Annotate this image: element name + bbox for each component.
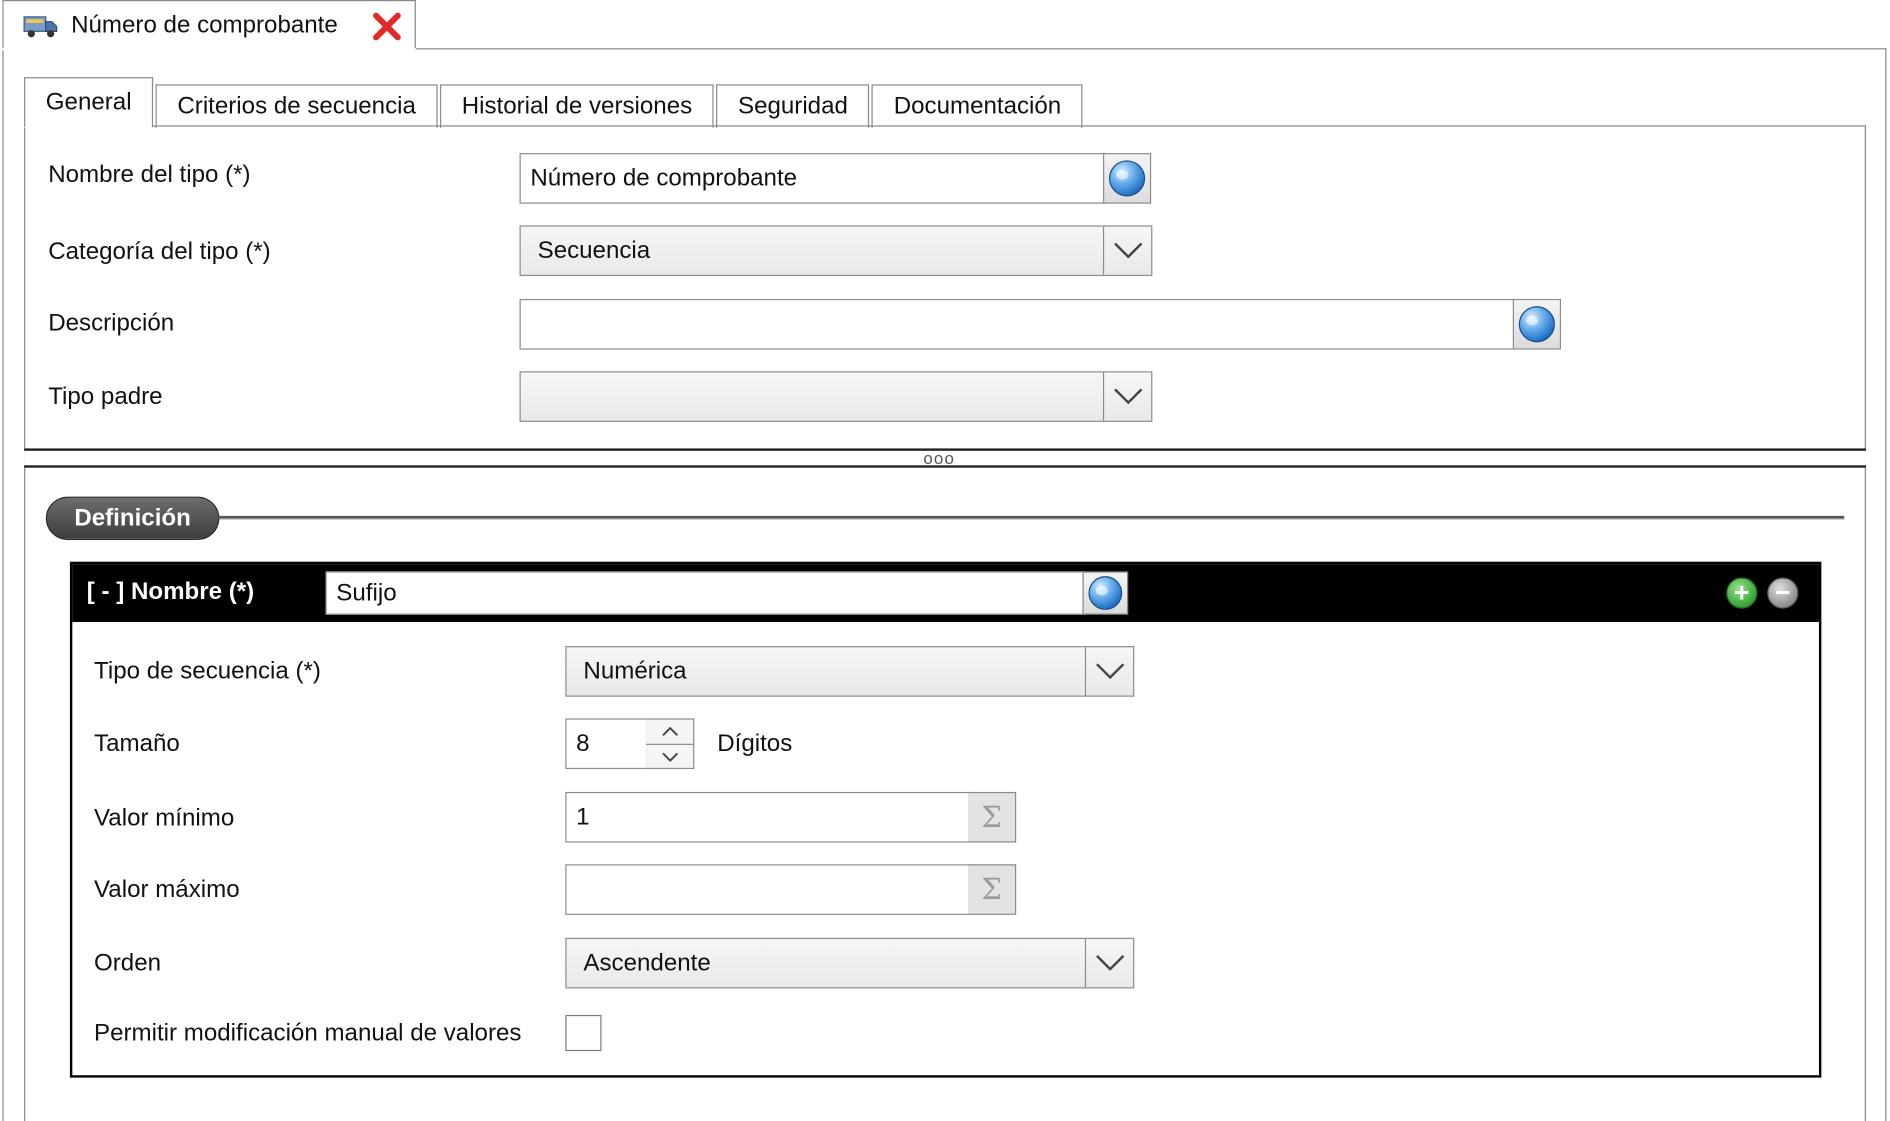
manual-edit-checkbox[interactable]	[565, 1014, 602, 1052]
size-unit: Dígitos	[717, 730, 793, 757]
type-name-input[interactable]: Número de comprobante	[519, 153, 1106, 204]
min-value-value: 1	[576, 803, 590, 830]
close-icon[interactable]	[371, 11, 402, 42]
description-label: Descripción	[48, 309, 175, 337]
type-name-label: Nombre del tipo (*)	[48, 161, 251, 189]
tab-general[interactable]: General	[24, 77, 154, 128]
max-value-input[interactable]	[565, 864, 971, 915]
order-select[interactable]: Ascendente	[565, 937, 1135, 989]
tab-label: Historial de versiones	[461, 92, 693, 120]
max-value-label: Valor máximo	[94, 876, 240, 903]
globe-icon	[1108, 160, 1146, 197]
min-value-input[interactable]: 1	[565, 791, 971, 843]
chevron-down-icon	[1084, 647, 1133, 696]
sigma-icon[interactable]: Σ	[967, 864, 1017, 915]
sigma-icon[interactable]: Σ	[967, 791, 1017, 843]
tab-label: Criterios de secuencia	[177, 92, 416, 120]
name-input[interactable]: Sufijo	[325, 571, 1085, 615]
chevron-down-icon	[1102, 226, 1151, 275]
type-category-label: Categoría del tipo (*)	[48, 238, 271, 266]
tab-label: General	[45, 88, 132, 116]
min-value-label: Valor mínimo	[94, 805, 235, 832]
manual-edit-label: Permitir modificación manual de valores	[94, 1019, 522, 1047]
size-value: 8	[576, 729, 590, 757]
globe-icon	[1518, 306, 1555, 343]
tab-bar: General Criterios de secuencia Historial…	[24, 77, 1085, 128]
chevron-down-icon	[1102, 372, 1151, 421]
globe-icon	[1088, 576, 1123, 610]
definition-header-title[interactable]: [ - ] Nombre (*)	[87, 579, 254, 607]
type-name-value: Número de comprobante	[530, 164, 798, 192]
tab-historial-de-versiones[interactable]: Historial de versiones	[440, 84, 714, 128]
order-value: Ascendente	[583, 949, 711, 976]
tab-seguridad[interactable]: Seguridad	[716, 84, 870, 128]
translate-button[interactable]	[1102, 153, 1152, 204]
name-value: Sufijo	[336, 579, 397, 606]
type-category-select[interactable]: Secuencia	[519, 225, 1153, 277]
panel-splitter[interactable]: ooo	[24, 448, 1866, 468]
definition-box: [ - ] Nombre (*) Sufijo + − Tipo de secu…	[69, 561, 1822, 1078]
truck-icon	[23, 15, 58, 37]
size-stepper[interactable]	[646, 718, 695, 770]
tab-label: Seguridad	[737, 92, 848, 120]
sequence-type-value: Numérica	[583, 657, 687, 685]
parent-type-select[interactable]	[519, 371, 1153, 422]
type-category-value: Secuencia	[537, 236, 651, 264]
chevron-down-icon	[1084, 939, 1133, 988]
translate-button[interactable]	[1512, 298, 1561, 350]
sequence-type-select[interactable]: Numérica	[565, 646, 1135, 697]
chevron-up-icon[interactable]	[646, 720, 693, 744]
document-tab[interactable]: Número de comprobante	[2, 0, 416, 51]
document-title: Número de comprobante	[71, 12, 338, 39]
size-input[interactable]: 8	[565, 718, 648, 770]
tab-criterios-de-secuencia[interactable]: Criterios de secuencia	[155, 84, 438, 128]
translate-button[interactable]	[1082, 571, 1129, 615]
remove-icon[interactable]: −	[1767, 577, 1799, 609]
tab-joint	[2, 48, 416, 51]
tab-documentacion[interactable]: Documentación	[872, 84, 1083, 128]
section-title: Definición	[45, 496, 220, 541]
description-input[interactable]	[519, 298, 1516, 350]
splitter-grip: ooo	[923, 448, 956, 468]
add-icon[interactable]: +	[1726, 577, 1758, 609]
order-label: Orden	[94, 949, 162, 977]
section-title-text: Definición	[74, 504, 191, 531]
tab-label: Documentación	[893, 92, 1062, 120]
sequence-type-label: Tipo de secuencia (*)	[94, 658, 321, 685]
parent-type-label: Tipo padre	[48, 383, 163, 410]
size-label: Tamaño	[94, 730, 180, 757]
section-divider	[219, 515, 1845, 520]
definition-header: [ - ] Nombre (*) Sufijo + −	[72, 564, 1819, 622]
chevron-down-icon[interactable]	[646, 743, 694, 768]
